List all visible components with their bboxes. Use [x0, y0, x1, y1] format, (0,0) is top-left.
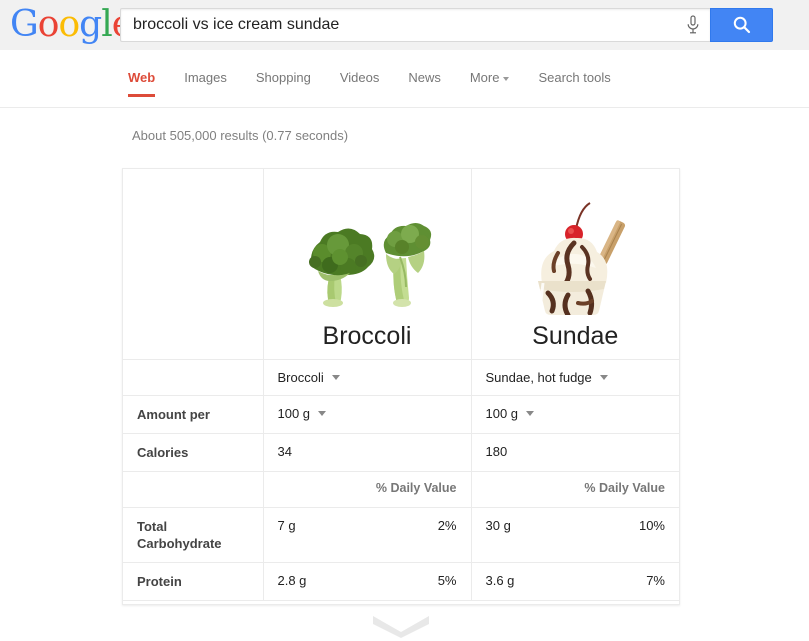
google-logo[interactable]: Google: [10, 7, 132, 43]
expand-more-button[interactable]: [123, 601, 679, 641]
sundae-image: [490, 197, 660, 315]
tab-videos-label: Videos: [340, 70, 380, 85]
tab-more[interactable]: More: [470, 70, 510, 97]
protein-cell-broccoli: 2.8 g 5%: [263, 563, 471, 601]
nutrition-comparison-card: Broccoli: [122, 168, 680, 605]
search-results-page: Google: [0, 0, 809, 641]
daily-value-header-sundae: % Daily Value: [471, 472, 679, 508]
carb-cell-broccoli: 7 g 2%: [263, 508, 471, 563]
row-label-protein-text: Protein: [123, 563, 263, 600]
chevron-down-icon: [332, 375, 340, 380]
food-select-empty-label: [123, 360, 263, 396]
protein-cell-sundae: 3.6 g 7%: [471, 563, 679, 601]
daily-value-header-broccoli-text: % Daily Value: [264, 472, 471, 504]
amount-select-broccoli-value: 100 g: [278, 406, 311, 421]
food-select-cell-sundae: Sundae, hot fudge: [471, 360, 679, 396]
carb-amount-sundae: 30 g: [486, 518, 511, 533]
chevron-down-icon: [371, 612, 431, 638]
amount-cell-broccoli: 100 g: [263, 396, 471, 434]
chevron-down-icon: [526, 411, 534, 416]
carb-amount-broccoli: 7 g: [278, 518, 296, 533]
protein-percent-sundae: 7%: [646, 573, 665, 588]
chevron-down-icon: [503, 77, 509, 81]
search-nav-bar: Web Images Shopping Videos News More Sea…: [0, 50, 809, 108]
tab-news-label: News: [408, 70, 441, 85]
table-row-calories: Calories 34 180: [123, 434, 679, 472]
daily-value-header-broccoli: % Daily Value: [263, 472, 471, 508]
calories-cell-broccoli: 34: [263, 434, 471, 472]
table-row-hero: Broccoli: [123, 169, 679, 360]
carb-percent-sundae: 10%: [639, 518, 665, 533]
food-select-cell-broccoli: Broccoli: [263, 360, 471, 396]
hero-empty-cell: [123, 169, 263, 360]
hero-cell-broccoli: Broccoli: [263, 169, 471, 360]
result-stats: About 505,000 results (0.77 seconds): [132, 128, 348, 143]
daily-value-empty-label: [123, 472, 263, 508]
table-row-food-select: Broccoli Sundae, hot fudge: [123, 360, 679, 396]
table-row-amount-per: Amount per 100 g 100 g: [123, 396, 679, 434]
logo-letter-o2: o: [58, 4, 79, 45]
row-label-calories-text: Calories: [123, 434, 263, 471]
food-select-broccoli[interactable]: Broccoli: [278, 370, 340, 385]
carb-percent-broccoli: 2%: [438, 518, 457, 533]
chevron-down-icon: [318, 411, 326, 416]
broccoli-image: [282, 197, 452, 315]
row-label-total-carbohydrate-text: Total Carbohydrate: [123, 508, 263, 562]
microphone-icon[interactable]: [676, 9, 710, 41]
table-row-protein: Protein 2.8 g 5% 3.6 g 7%: [123, 563, 679, 601]
tab-shopping[interactable]: Shopping: [256, 70, 311, 97]
search-button[interactable]: [710, 8, 773, 42]
tab-more-label: More: [470, 70, 500, 85]
comparison-table: Broccoli: [123, 169, 679, 641]
chevron-down-icon: [600, 375, 608, 380]
search-bar: [120, 8, 773, 42]
amount-cell-sundae: 100 g: [471, 396, 679, 434]
tab-images[interactable]: Images: [184, 70, 227, 97]
nav-tabs: Web Images Shopping Videos News More Sea…: [128, 70, 640, 97]
daily-value-header-sundae-text: % Daily Value: [472, 472, 680, 504]
table-row-daily-value-header: % Daily Value % Daily Value: [123, 472, 679, 508]
tab-web[interactable]: Web: [128, 70, 155, 97]
food-select-sundae[interactable]: Sundae, hot fudge: [486, 370, 608, 385]
tab-web-label: Web: [128, 70, 155, 85]
row-label-total-carbohydrate: Total Carbohydrate: [123, 508, 263, 563]
header-bar: Google: [0, 0, 809, 50]
tab-shopping-label: Shopping: [256, 70, 311, 85]
amount-select-broccoli[interactable]: 100 g: [278, 406, 327, 421]
column-title-broccoli: Broccoli: [323, 321, 412, 351]
logo-letter-o1: o: [38, 4, 59, 45]
tab-search-tools[interactable]: Search tools: [538, 70, 610, 97]
logo-letter-G: G: [10, 4, 38, 45]
expander-cell[interactable]: [123, 601, 679, 641]
logo-letter-l: l: [101, 4, 112, 45]
search-field-container: [120, 8, 710, 42]
row-label-protein: Protein: [123, 563, 263, 601]
protein-amount-broccoli: 2.8 g: [278, 573, 307, 588]
column-title-sundae: Sundae: [532, 321, 618, 351]
table-row-expander[interactable]: [123, 601, 679, 641]
row-label-amount-per: Amount per: [123, 396, 263, 434]
amount-select-sundae[interactable]: 100 g: [486, 406, 535, 421]
protein-amount-sundae: 3.6 g: [486, 573, 515, 588]
protein-percent-broccoli: 5%: [438, 573, 457, 588]
food-select-broccoli-value: Broccoli: [278, 370, 324, 385]
table-row-total-carbohydrate: Total Carbohydrate 7 g 2% 30 g 10%: [123, 508, 679, 563]
carb-cell-sundae: 30 g 10%: [471, 508, 679, 563]
tab-news[interactable]: News: [408, 70, 441, 97]
amount-select-sundae-value: 100 g: [486, 406, 519, 421]
food-select-sundae-value: Sundae, hot fudge: [486, 370, 592, 385]
calories-value-broccoli: 34: [264, 434, 471, 469]
search-input[interactable]: [121, 16, 676, 34]
row-label-calories: Calories: [123, 434, 263, 472]
calories-value-sundae: 180: [472, 434, 680, 469]
tab-images-label: Images: [184, 70, 227, 85]
tab-videos[interactable]: Videos: [340, 70, 380, 97]
search-icon: [732, 15, 752, 35]
logo-letter-g: g: [79, 4, 101, 45]
row-label-amount-per-text: Amount per: [123, 396, 263, 433]
hero-cell-sundae: Sundae: [471, 169, 679, 360]
tab-search-tools-label: Search tools: [538, 70, 610, 85]
calories-cell-sundae: 180: [471, 434, 679, 472]
